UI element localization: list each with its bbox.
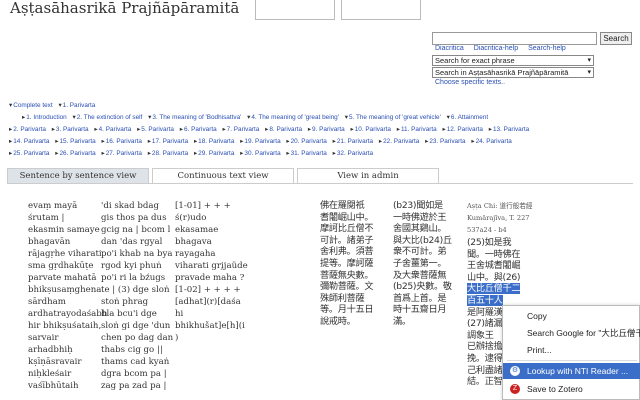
search-scope-select[interactable]: Search in Aṣṭasāhasrikā Prajñāpāramitā ▾ [432,67,594,78]
chinese-text-1: 佛在羅閱祇 耆闍崛山中。 摩訶比丘僧不 可計。諸弟子 舍利弗。須菩 提等。摩訶薩… [320,200,374,327]
nav-link[interactable]: 2. Parivarta [13,126,46,133]
context-menu: Copy Search Google for "大比丘僧千二百五十人" Prin… [502,305,640,400]
search-button[interactable]: Search [600,32,632,45]
triangle-down-icon: ▾ [58,102,62,109]
menu-item-zotero[interactable]: Save to Zotero [503,381,640,397]
nav-link[interactable]: 26. Parivarta [59,150,95,157]
nav-link[interactable]: 17. Parivarta [152,138,188,145]
triangle-down-icon: ▾ [148,114,152,121]
divider [7,183,633,184]
nav-link[interactable]: 22. Parivarta [383,138,419,145]
nav-link[interactable]: 16. Parivarta [106,138,142,145]
nav-link[interactable]: 28. Parivarta [152,150,188,157]
nav-link[interactable]: 25. Parivarta [13,150,49,157]
triangle-down-icon: ▾ [247,114,251,121]
nav-link[interactable]: 13. Parivarta [493,126,529,133]
menu-item-search-google[interactable]: Search Google for "大比丘僧千二百五十人" [503,325,640,341]
nav-link[interactable]: 15. Parivarta [59,138,95,145]
nti-reader-icon: ⚙ [510,366,520,376]
nav-link[interactable]: 6. Attainment [451,114,488,121]
nav-link[interactable]: 3. The meaning of 'Bodhisattva' [152,114,241,121]
tab-admin-view[interactable]: View in admin [297,168,439,183]
nav-row: ▸2. Parivarta ▸3. Parivarta ▸4. Parivart… [9,126,530,133]
menu-item-nti-reader[interactable]: Lookup with NTI Reader ... [503,363,640,379]
tab-continuous-view[interactable]: Continuous text view [152,168,294,183]
zotero-icon: Z [510,384,520,394]
sanskrit-text: evaṃ mayā śrutam | ekasmin samaye bhagav… [28,201,108,391]
nav-link[interactable]: 18. Parivarta [198,138,234,145]
nav-link[interactable]: 3. Parivarta [56,126,89,133]
nav-link[interactable]: 4. Parivarta [99,126,132,133]
divider [507,360,637,361]
choose-texts-link[interactable]: Choose specific texts.. [435,79,505,86]
nav-link[interactable]: 31. Parivarta [291,150,327,157]
diacritica-link[interactable]: Diacritica [435,45,464,52]
chinese-text-2: (b23)聞如是 一時佛遊於王 舍國其鷄山。 與大比(b24)丘 衆不可計。弟 … [393,200,452,327]
nav-link[interactable]: 12. Parivarta [447,126,483,133]
nav-link[interactable]: 4. The meaning of 'great being' [251,114,339,121]
nav-row: ▸14. Parivarta ▸15. Parivarta ▸16. Pariv… [9,138,512,145]
diacritica-help-link[interactable]: Diacritica-help [474,45,518,52]
chevron-down-icon: ▾ [587,69,591,76]
triangle-down-icon: ▾ [344,114,348,121]
nav-link[interactable]: 9. Parivarta [312,126,345,133]
nav-link[interactable]: 8. Parivarta [269,126,302,133]
nav-link[interactable]: 19. Parivarta [244,138,280,145]
nav-row: ▸25. Parivarta ▸26. Parivarta ▸27. Pariv… [9,150,374,157]
nav-link[interactable]: 5. The meaning of 'great vehicle' [349,114,441,121]
chevron-down-icon: ▾ [587,57,591,64]
nav-link[interactable]: 24. Parivarta [476,138,512,145]
nav-link[interactable]: Complete text [13,102,52,109]
nav-link[interactable]: 23. Parivarta [429,138,465,145]
nav-link[interactable]: 1. Parivarta [63,102,96,109]
triangle-right-icon: ▸ [22,114,26,121]
search-mode-select[interactable]: Search for exact phrase ▾ [432,55,594,66]
triangle-down-icon: ▾ [9,102,13,109]
nav-link[interactable]: 27. Parivarta [106,150,142,157]
nav-link[interactable]: 32. Parivarta [337,150,373,157]
nav-row: ▸1. Introduction ▾2. The extinction of s… [22,113,492,121]
nav-link[interactable]: 2. The extinction of self [77,114,143,121]
nav-link[interactable]: 14. Parivarta [13,138,49,145]
triangle-down-icon: ▾ [72,114,76,121]
nav-link[interactable]: 21. Parivarta [337,138,373,145]
thumbnail-image[interactable] [341,0,421,20]
chinese-source-ref: Aṣṭa Chi: 道行般若經 Kumārajīva, T. 227 537a2… [467,202,533,234]
nav-row: ▾Complete text ▾1. Parivarta [9,101,99,109]
menu-item-print[interactable]: Print... [503,342,640,358]
nav-link[interactable]: 1. Introduction [26,114,67,121]
nav-link[interactable]: 20. Parivarta [291,138,327,145]
nav-link[interactable]: 30. Parivarta [244,150,280,157]
tab-sentence-view[interactable]: Sentence by sentence view [7,168,149,183]
menu-item-copy[interactable]: Copy [503,308,640,324]
triangle-down-icon: ▾ [446,114,450,121]
search-input[interactable] [432,32,597,45]
page-title: Aṣṭasāhasrikā Prajñāpāramitā [10,0,240,17]
thumbnail-image[interactable] [255,0,335,20]
tibetan-text: 'di skad bdag gis thos pa dus gcig na | … [101,201,174,391]
selected-text: 大比丘僧千二 百五十人 [467,283,521,306]
search-links: Diacritica Diacritica-help Search-help [435,45,574,52]
nav-link[interactable]: 29. Parivarta [198,150,234,157]
nav-link[interactable]: 10. Parivarta [355,126,391,133]
nav-link[interactable]: 5. Parivarta [141,126,174,133]
manuscript-notes: [1-01] + + + ś(r)udo ekasamae bhagava ra… [175,201,248,343]
search-help-link[interactable]: Search-help [528,45,566,52]
nav-link[interactable]: 7. Parivarta [227,126,260,133]
nav-link[interactable]: 11. Parivarta [401,126,437,133]
nav-link[interactable]: 6. Parivarta [184,126,217,133]
